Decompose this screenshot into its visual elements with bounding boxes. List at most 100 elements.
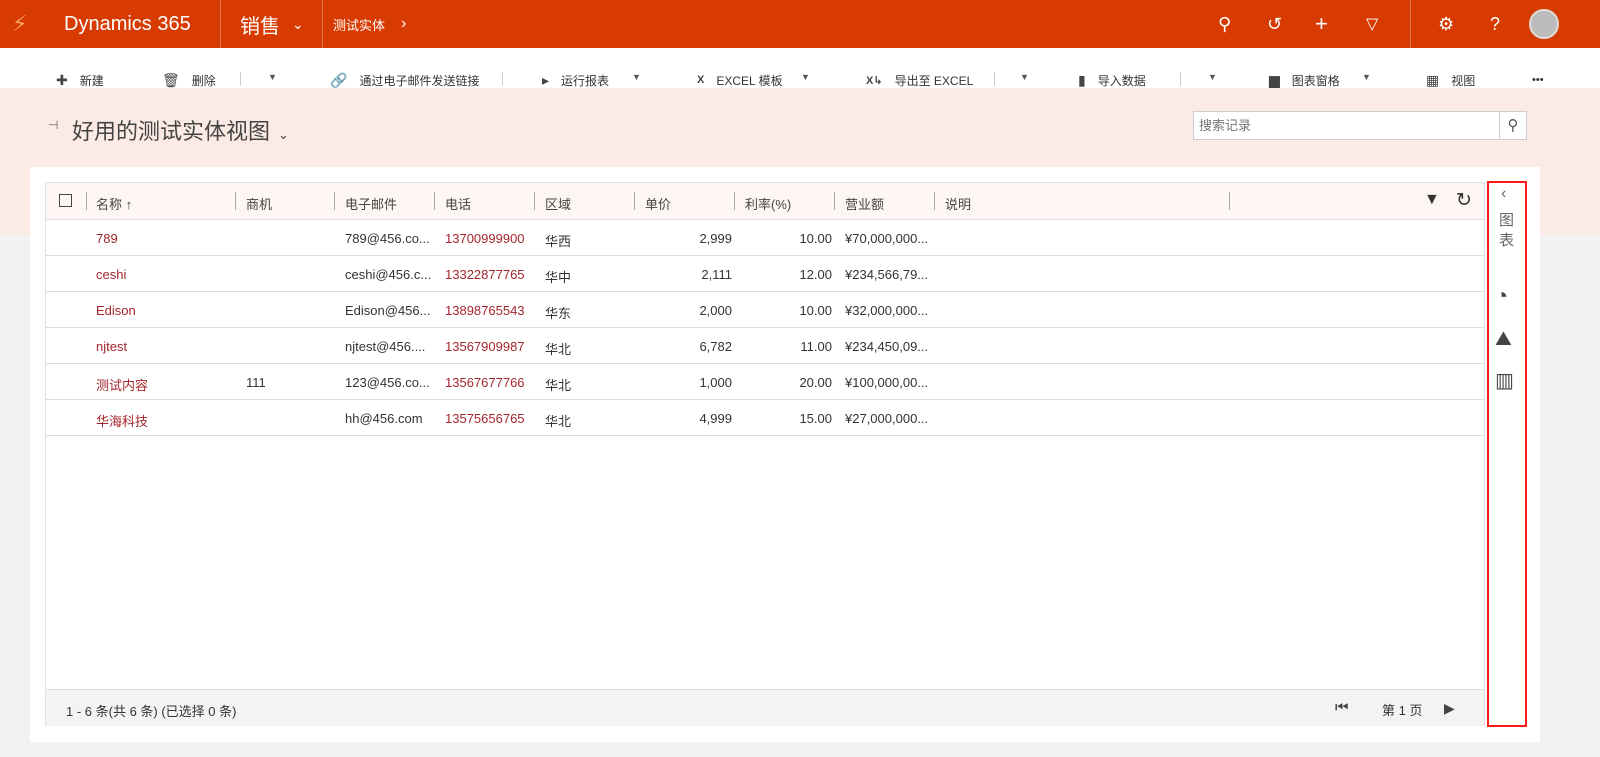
cell-revenue: ¥32,000,000... xyxy=(845,303,929,318)
app-name[interactable]: Dynamics 365 xyxy=(64,0,191,48)
run-report-label: 运行报表 xyxy=(561,73,610,88)
export-excel-button[interactable]: X↳ 导出至 EXCEL xyxy=(866,70,973,90)
view-icon: ▦ xyxy=(1426,71,1440,88)
new-label: 新建 xyxy=(79,73,104,88)
column-header-description[interactable]: 说明 xyxy=(945,194,971,213)
column-header-email[interactable]: 电子邮件 xyxy=(345,194,397,213)
cell-revenue: ¥234,566,79... xyxy=(845,267,929,282)
import-icon: ▮ xyxy=(1078,71,1086,88)
select-all-checkbox[interactable] xyxy=(59,194,72,207)
breadcrumb-entity: 测试实体 xyxy=(333,17,386,33)
excel-template-label: EXCEL 模板 xyxy=(716,73,783,88)
cell-opportunity: 111 xyxy=(246,375,266,390)
column-header-name[interactable]: 名称 ↑ xyxy=(96,194,132,213)
cell-rate: 20.00 xyxy=(799,375,832,390)
cell-name[interactable]: Edison xyxy=(96,303,136,318)
cell-email: 789@456.co... xyxy=(345,231,430,246)
history-icon[interactable]: ↺ xyxy=(1267,0,1282,48)
table-row[interactable]: njtest njtest@456.... 13567909987 华北 6,782 11… xyxy=(46,328,1484,364)
chart-panel-label[interactable]: 图表 xyxy=(1499,211,1515,251)
chevron-down-icon: ⌄ xyxy=(278,127,289,142)
filter-icon[interactable]: ▽ xyxy=(1366,0,1378,48)
cell-rate: 15.00 xyxy=(799,411,832,426)
email-link-button[interactable]: 🔗 通过电子邮件发送链接 xyxy=(330,70,479,90)
records-grid: 名称 ↑ 商机 电子邮件 电话 区域 单价 利率(%) 营业额 说明 ▼ ↻ 7… xyxy=(45,182,1485,726)
chevron-down-icon: ⌄ xyxy=(292,15,304,32)
excel-template-dropdown-icon[interactable]: ▼ xyxy=(801,72,810,82)
cell-price: 2,999 xyxy=(699,231,732,246)
table-row[interactable]: 华海科技 hh@456.com 13575656765 华北 4,999 15.00 ¥27… xyxy=(46,400,1484,436)
column-header-region[interactable]: 区域 xyxy=(545,194,571,213)
column-header-rate[interactable]: 利率(%) xyxy=(745,194,791,213)
gear-icon[interactable]: ⚙ xyxy=(1438,0,1454,48)
cell-name[interactable]: ceshi xyxy=(96,267,126,282)
table-row[interactable]: 测试内容 111 123@456.co... 13567677766 华北 1,000 20… xyxy=(46,364,1484,400)
refresh-icon[interactable]: ↻ xyxy=(1456,189,1472,212)
pin-icon[interactable]: ⊣ xyxy=(48,118,58,132)
excel-icon: X xyxy=(697,74,705,86)
cell-price: 6,782 xyxy=(699,339,732,354)
run-report-dropdown-icon[interactable]: ▼ xyxy=(632,72,641,82)
plus-icon[interactable]: + xyxy=(1315,0,1328,48)
chart-side-panel: ‹ 图表 ◔ ⛰ ▥ xyxy=(1487,181,1527,727)
delete-dropdown-icon[interactable]: ▼ xyxy=(268,72,277,82)
cell-phone: 13700999900 xyxy=(445,231,525,246)
search-input[interactable] xyxy=(1193,111,1500,140)
cell-region: 华北 xyxy=(545,414,572,429)
column-header-revenue[interactable]: 营业额 xyxy=(845,194,884,213)
avatar[interactable] xyxy=(1529,0,1559,48)
dynamics-logo-icon[interactable]: ⚡ xyxy=(12,0,27,48)
search-button[interactable]: ⚲ xyxy=(1499,111,1527,140)
top-nav: ⚡ Dynamics 365 销售 ⌄ 测试实体 › ⚲ ↺ + ▽ ⚙ ? xyxy=(0,0,1600,48)
view-button[interactable]: ▦ 视图 xyxy=(1426,70,1475,90)
next-page-icon[interactable]: ▶ xyxy=(1444,700,1455,717)
column-header-price[interactable]: 单价 xyxy=(645,194,671,213)
chevron-right-icon: › xyxy=(401,15,407,32)
search-icon[interactable]: ⚲ xyxy=(1218,0,1231,48)
cell-email: hh@456.com xyxy=(345,411,423,426)
table-row[interactable]: ceshi ceshi@456.c... 13322877765 华中 2,111 12.… xyxy=(46,256,1484,292)
cell-phone: 13567677766 xyxy=(445,375,525,390)
cell-name[interactable]: njtest xyxy=(96,339,127,354)
excel-template-button[interactable]: X EXCEL 模板 xyxy=(697,70,783,90)
bar-chart-icon[interactable]: ▥ xyxy=(1495,368,1514,393)
filter-icon[interactable]: ▼ xyxy=(1424,191,1440,209)
cell-price: 2,000 xyxy=(699,303,732,318)
breadcrumb[interactable]: 测试实体 › xyxy=(333,0,406,48)
more-button[interactable]: ••• xyxy=(1532,70,1544,90)
cell-phone: 13575656765 xyxy=(445,411,525,426)
cell-phone: 13898765543 xyxy=(445,303,525,318)
chevron-left-icon[interactable]: ‹ xyxy=(1501,185,1506,203)
cell-name[interactable]: 789 xyxy=(96,231,118,246)
chart-pane-label: 图表窗格 xyxy=(1291,73,1340,88)
help-icon[interactable]: ? xyxy=(1490,0,1500,48)
chart-pane-dropdown-icon[interactable]: ▼ xyxy=(1362,72,1371,82)
table-row[interactable]: 789 789@456.co... 13700999900 华西 2,999 10.00 ¥… xyxy=(46,220,1484,256)
record-count: 1 - 6 条(共 6 条) (已选择 0 条) xyxy=(66,704,237,719)
export-dropdown-icon[interactable]: ▼ xyxy=(1020,72,1029,82)
delete-button[interactable]: 🗑 删除 xyxy=(162,70,216,90)
table-row[interactable]: Edison Edison@456... 13898765543 华东 2,000 10.… xyxy=(46,292,1484,328)
cell-name[interactable]: 华海科技 xyxy=(96,411,148,430)
cell-name[interactable]: 测试内容 xyxy=(96,375,148,394)
cell-revenue: ¥234,450,09... xyxy=(845,339,929,354)
module-label: 销售 xyxy=(240,15,280,38)
column-header-phone[interactable]: 电话 xyxy=(445,194,471,213)
new-button[interactable]: ✚ 新建 xyxy=(56,70,104,90)
export-excel-label: 导出至 EXCEL xyxy=(894,73,974,88)
cell-price: 2,111 xyxy=(701,267,732,282)
grid-header: 名称 ↑ 商机 电子邮件 电话 区域 单价 利率(%) 营业额 说明 ▼ ↻ xyxy=(46,183,1484,220)
chart-pane-button[interactable]: ▆ 图表窗格 xyxy=(1269,70,1340,90)
pie-chart-icon[interactable]: ◔ xyxy=(1495,283,1508,309)
column-header-opportunity[interactable]: 商机 xyxy=(246,194,272,213)
module-selector[interactable]: 销售 ⌄ xyxy=(240,0,304,48)
view-selector[interactable]: 好用的测试实体视图 ⌄ xyxy=(72,114,289,146)
cell-email: ceshi@456.c... xyxy=(345,267,432,282)
import-data-button[interactable]: ▮ 导入数据 xyxy=(1078,70,1146,90)
delete-label: 删除 xyxy=(191,73,216,88)
run-report-button[interactable]: ▸ 运行报表 xyxy=(542,70,609,90)
cell-region: 华西 xyxy=(545,234,572,249)
first-page-icon[interactable]: ⏮ xyxy=(1335,699,1349,716)
import-dropdown-icon[interactable]: ▼ xyxy=(1208,72,1217,82)
area-chart-icon[interactable]: ⛰ xyxy=(1495,328,1512,351)
